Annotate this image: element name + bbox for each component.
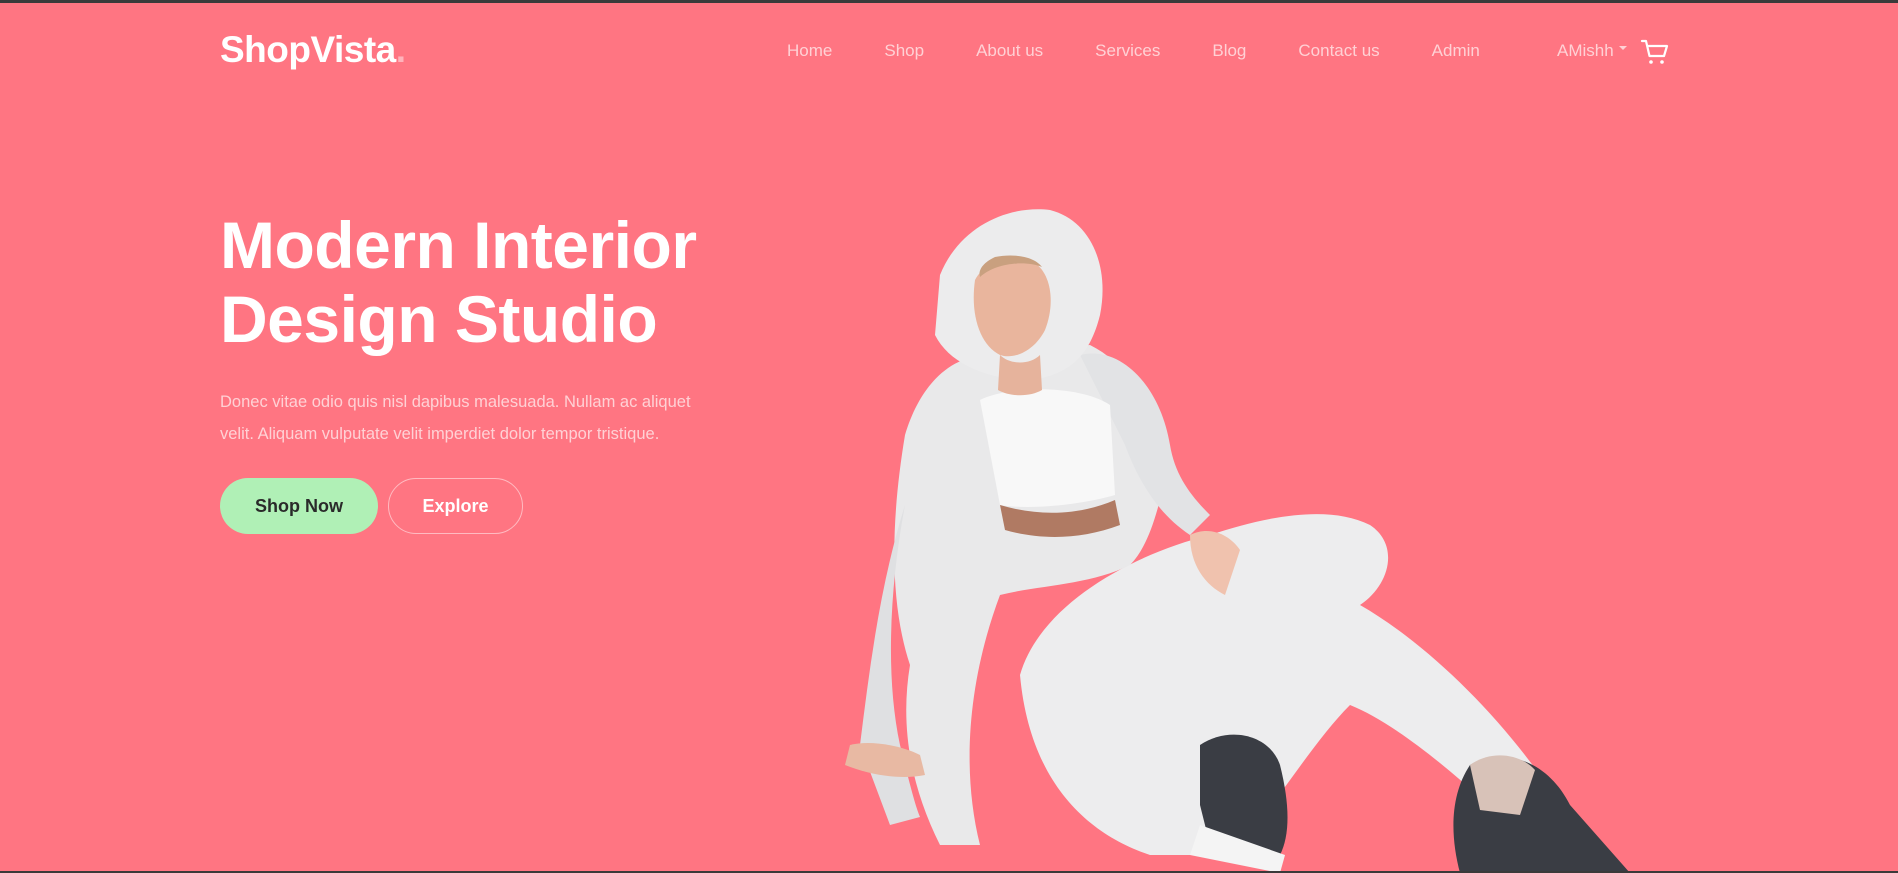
hero-model-image	[845, 209, 1630, 873]
nav-link-admin[interactable]: Admin	[1432, 41, 1480, 61]
brand-logo[interactable]: ShopVista.	[220, 29, 406, 71]
shop-now-button[interactable]: Shop Now	[220, 478, 378, 534]
explore-button[interactable]: Explore	[388, 478, 523, 534]
hero-title: Modern Interior Design Studio	[220, 208, 780, 356]
hero-description: Donec vitae odio quis nisl dapibus males…	[220, 393, 691, 443]
hero-title-line2: Design Studio	[220, 282, 658, 356]
nav-link-about[interactable]: About us	[976, 41, 1043, 61]
nav-link-shop[interactable]: Shop	[884, 41, 924, 61]
user-menu[interactable]: AMishh	[1557, 41, 1627, 61]
nav-link-home[interactable]: Home	[787, 41, 832, 61]
crop-top	[980, 389, 1115, 507]
chevron-down-icon	[1618, 46, 1627, 50]
navbar: ShopVista. Home Shop About us Services B…	[0, 3, 1898, 98]
cart-icon[interactable]	[1640, 37, 1670, 67]
main-nav: Home Shop About us Services Blog Contact…	[787, 41, 1532, 61]
brand-name: ShopVista	[220, 29, 396, 70]
nav-link-contact[interactable]: Contact us	[1298, 41, 1379, 61]
user-name: AMishh	[1557, 41, 1614, 60]
hero-title-line1: Modern Interior	[220, 208, 697, 282]
nav-link-blog[interactable]: Blog	[1212, 41, 1246, 61]
brand-dot: .	[395, 29, 406, 70]
hero-buttons: Shop Now Explore	[220, 478, 523, 534]
nav-link-services[interactable]: Services	[1095, 41, 1160, 61]
